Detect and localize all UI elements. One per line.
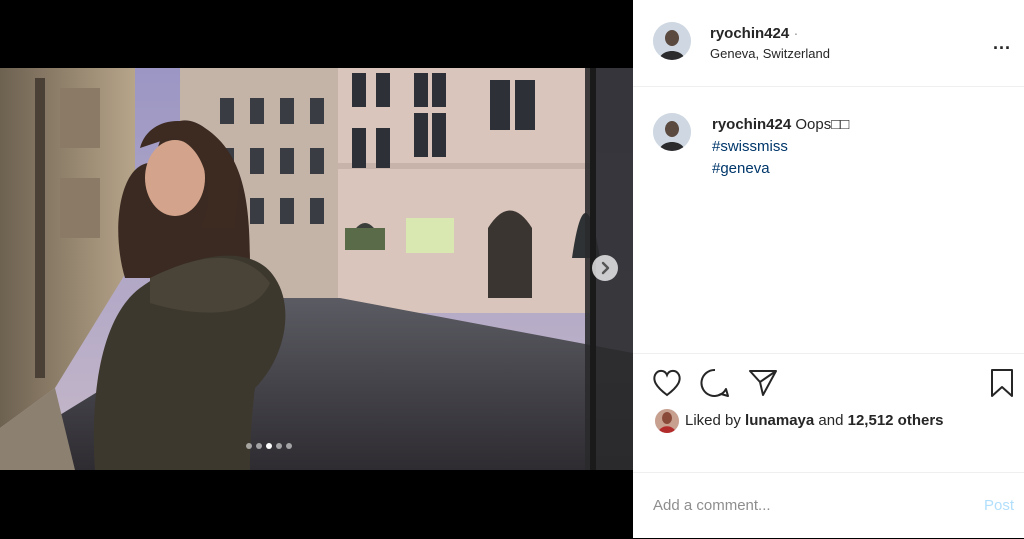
carousel-dot bbox=[276, 443, 282, 449]
caption-avatar[interactable] bbox=[653, 113, 691, 151]
comment-input[interactable]: Add a comment... bbox=[653, 497, 771, 514]
paper-plane-icon[interactable] bbox=[747, 367, 779, 399]
liker-avatar[interactable] bbox=[655, 409, 679, 433]
bookmark-icon[interactable] bbox=[989, 367, 1015, 399]
post-photo[interactable] bbox=[0, 68, 633, 470]
likes-prefix: Liked by bbox=[685, 412, 741, 429]
post-actions: Liked by lunamaya and 12,512 others bbox=[633, 353, 1024, 474]
likes-middle: and bbox=[818, 412, 844, 429]
likes-summary: Liked by lunamaya and 12,512 others bbox=[685, 412, 944, 429]
header-separator: · bbox=[793, 25, 799, 41]
caption-text: Oops bbox=[795, 116, 832, 133]
likes-user[interactable]: lunamaya bbox=[745, 412, 814, 429]
post-location[interactable]: Geneva, Switzerland bbox=[710, 46, 830, 61]
caption-emoji: □□ bbox=[831, 116, 850, 133]
carousel-next-button[interactable] bbox=[592, 255, 618, 281]
post-caption: ryochin424 Oops□□ #swissmiss #geneva bbox=[712, 114, 849, 180]
carousel-dot-active bbox=[266, 443, 272, 449]
post-media bbox=[0, 0, 633, 538]
likes-count[interactable]: 12,512 others bbox=[848, 412, 944, 429]
carousel-indicator bbox=[246, 443, 292, 449]
post-comment-button[interactable]: Post bbox=[984, 497, 1014, 514]
carousel-dot bbox=[286, 443, 292, 449]
carousel-dot bbox=[256, 443, 262, 449]
caption-username[interactable]: ryochin424 bbox=[712, 116, 791, 133]
avatar-image bbox=[653, 22, 691, 60]
avatar-image bbox=[653, 113, 691, 151]
avatar-image bbox=[655, 409, 679, 433]
post-header: ryochin424 · Geneva, Switzerland ... bbox=[633, 0, 1024, 87]
comment-icon[interactable] bbox=[699, 367, 731, 399]
more-options-icon[interactable]: ... bbox=[993, 33, 1011, 54]
post-details-panel: ryochin424 · Geneva, Switzerland ... ryo… bbox=[633, 0, 1024, 538]
hashtag-swissmiss[interactable]: #swissmiss bbox=[712, 136, 849, 158]
avatar[interactable] bbox=[653, 22, 691, 60]
carousel-dot bbox=[246, 443, 252, 449]
comment-box: Add a comment... Post bbox=[633, 472, 1024, 539]
post-username[interactable]: ryochin424 bbox=[710, 25, 789, 42]
hashtag-geneva[interactable]: #geneva bbox=[712, 158, 849, 180]
chevron-right-icon bbox=[601, 261, 610, 275]
street-photo-image bbox=[0, 68, 633, 470]
heart-icon[interactable] bbox=[651, 368, 683, 398]
